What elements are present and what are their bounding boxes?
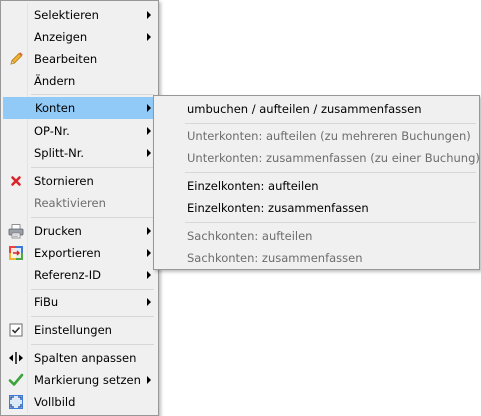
checkbox-checked-icon [8, 322, 24, 338]
menu-item-konten[interactable]: Konten [3, 97, 156, 119]
menu-item-label: Anzeigen [34, 30, 88, 44]
menu-item-label: Einstellungen [34, 323, 112, 337]
submenu-arrow-icon [147, 227, 151, 235]
menu-item-label: Konten [35, 101, 76, 115]
submenu-arrow-icon [147, 11, 151, 19]
submenu-item-label: Unterkonten: zusammenfassen (zu einer Bu… [187, 151, 480, 165]
menu-item-label: Stornieren [34, 174, 94, 188]
menu-separator [31, 344, 154, 345]
submenu-item-einzelkonten-zusammenfassen[interactable]: Einzelkonten: zusammenfassen [156, 197, 477, 219]
submenu-item-umbuchen[interactable]: umbuchen / aufteilen / zusammenfassen [156, 98, 477, 120]
menu-item-selektieren[interactable]: Selektieren [3, 4, 156, 26]
printer-icon [8, 223, 24, 239]
menu-separator [185, 172, 476, 173]
menu-item-label: Exportieren [34, 246, 101, 260]
menu-item-stornieren[interactable]: Stornieren [3, 170, 156, 192]
submenu-item-unterkonten-aufteilen[interactable]: Unterkonten: aufteilen (zu mehreren Buch… [156, 125, 477, 147]
menu-item-spalten-anpassen[interactable]: Spalten anpassen [3, 347, 156, 369]
menu-item-splitt-nr[interactable]: Splitt-Nr. [3, 142, 156, 164]
menu-item-drucken[interactable]: Drucken [3, 220, 156, 242]
menu-item-einstellungen[interactable]: Einstellungen [3, 319, 156, 341]
submenu-arrow-icon [147, 298, 151, 306]
submenu-arrow-icon [147, 249, 151, 257]
fullscreen-icon [8, 394, 24, 410]
submenu-item-sachkonten-zusammenfassen[interactable]: Sachkonten: zusammenfassen [156, 247, 477, 269]
menu-item-exportieren[interactable]: Exportieren [3, 242, 156, 264]
menu-separator [31, 94, 154, 95]
menu-item-fibu[interactable]: FiBu [3, 291, 156, 313]
menu-separator [31, 167, 154, 168]
submenu-item-label: Einzelkonten: zusammenfassen [187, 201, 369, 215]
menu-item-label: Markierung setzen [34, 373, 141, 387]
export-icon [8, 245, 24, 261]
column-resize-icon [8, 350, 24, 366]
submenu-item-label: Sachkonten: aufteilen [187, 229, 313, 243]
submenu-item-label: Einzelkonten: aufteilen [187, 179, 319, 193]
submenu-arrow-icon [147, 149, 151, 157]
submenu-item-sachkonten-aufteilen[interactable]: Sachkonten: aufteilen [156, 225, 477, 247]
submenu-item-label: umbuchen / aufteilen / zusammenfassen [187, 102, 422, 116]
menu-item-label: Drucken [34, 224, 82, 238]
menu-item-label: Ändern [34, 74, 76, 88]
menu-separator [185, 123, 476, 124]
menu-item-label: Vollbild [34, 395, 76, 409]
submenu-item-label: Unterkonten: aufteilen (zu mehreren Buch… [187, 129, 471, 143]
menu-item-label: Referenz-ID [34, 268, 101, 282]
menu-item-label: OP-Nr. [34, 124, 70, 138]
submenu-item-label: Sachkonten: zusammenfassen [187, 251, 363, 265]
menu-item-label: Splitt-Nr. [34, 146, 85, 160]
menu-item-anzeigen[interactable]: Anzeigen [3, 26, 156, 48]
submenu-item-einzelkonten-aufteilen[interactable]: Einzelkonten: aufteilen [156, 175, 477, 197]
menu-item-bearbeiten[interactable]: Bearbeiten [3, 48, 156, 70]
menu-item-referenz-id[interactable]: Referenz-ID [3, 264, 156, 286]
submenu-arrow-icon [147, 33, 151, 41]
konten-submenu: umbuchen / aufteilen / zusammenfassen Un… [153, 95, 480, 270]
pencil-icon [8, 51, 24, 67]
submenu-arrow-icon [147, 104, 151, 112]
menu-separator [31, 316, 154, 317]
submenu-arrow-icon [147, 127, 151, 135]
context-menu: Selektieren Anzeigen Bearbeiten Ändern K… [0, 0, 159, 416]
menu-separator [31, 289, 154, 290]
menu-item-aendern[interactable]: Ändern [3, 70, 156, 92]
submenu-arrow-icon [147, 376, 151, 384]
menu-item-label: FiBu [34, 295, 59, 309]
menu-item-label: Bearbeiten [34, 52, 98, 66]
menu-item-markierung-setzen[interactable]: Markierung setzen [3, 369, 156, 391]
menu-item-vollbild[interactable]: Vollbild [3, 391, 156, 413]
submenu-arrow-icon [147, 271, 151, 279]
menu-separator [31, 217, 154, 218]
menu-item-op-nr[interactable]: OP-Nr. [3, 120, 156, 142]
menu-item-label: Reaktivieren [34, 196, 106, 210]
menu-item-label: Spalten anpassen [34, 351, 137, 365]
checkmark-icon [8, 372, 24, 388]
submenu-item-unterkonten-zusammenfassen[interactable]: Unterkonten: zusammenfassen (zu einer Bu… [156, 147, 480, 169]
menu-item-reaktivieren[interactable]: Reaktivieren [3, 192, 156, 214]
red-x-icon [8, 173, 24, 189]
menu-item-label: Selektieren [34, 8, 99, 22]
menu-separator [185, 222, 476, 223]
